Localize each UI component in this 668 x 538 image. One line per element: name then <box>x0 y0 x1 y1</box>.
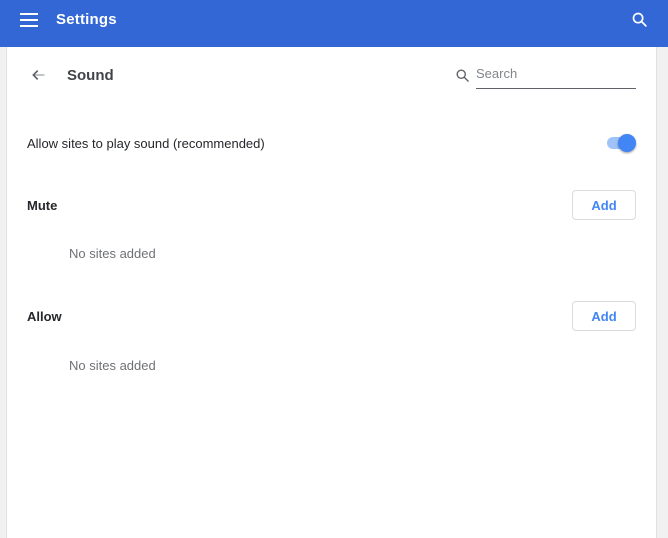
allow-empty-text: No sites added <box>69 358 156 373</box>
search-box <box>455 61 636 89</box>
settings-window: Settings Sound Search Allow sites to pla… <box>0 0 668 538</box>
allow-section: Allow Add No sites added <box>27 295 636 378</box>
subpage-title: Sound <box>67 66 114 84</box>
search-field-icon <box>456 69 469 82</box>
subpage-header: Sound <box>27 47 636 103</box>
allow-add-button[interactable]: Add <box>572 301 636 331</box>
back-button[interactable] <box>30 67 47 83</box>
mute-section: Mute Add No sites added <box>27 184 636 266</box>
allow-label: Allow <box>27 308 62 324</box>
magnifier-glyph <box>632 12 647 27</box>
app-title: Settings <box>56 11 117 28</box>
toggle-knob <box>618 134 636 152</box>
app-header: Settings <box>0 0 668 47</box>
mute-row: Mute Add <box>27 184 636 226</box>
allow-row: Allow Add <box>27 295 636 337</box>
toggle-label: Allow sites to play sound (recommended) <box>27 135 265 151</box>
sound-toggle[interactable] <box>606 134 636 152</box>
search-icon[interactable] <box>631 11 648 28</box>
mute-label: Mute <box>27 197 58 213</box>
sound-toggle-row: Allow sites to play sound (recommended) <box>27 120 636 166</box>
mute-add-button[interactable]: Add <box>572 190 636 220</box>
menu-icon[interactable] <box>20 12 38 27</box>
content-card: Sound Allow sites to play sound (recomme… <box>6 47 657 538</box>
search-input[interactable] <box>476 61 636 89</box>
mute-empty-text: No sites added <box>69 246 156 261</box>
back-arrow-icon <box>32 70 45 80</box>
